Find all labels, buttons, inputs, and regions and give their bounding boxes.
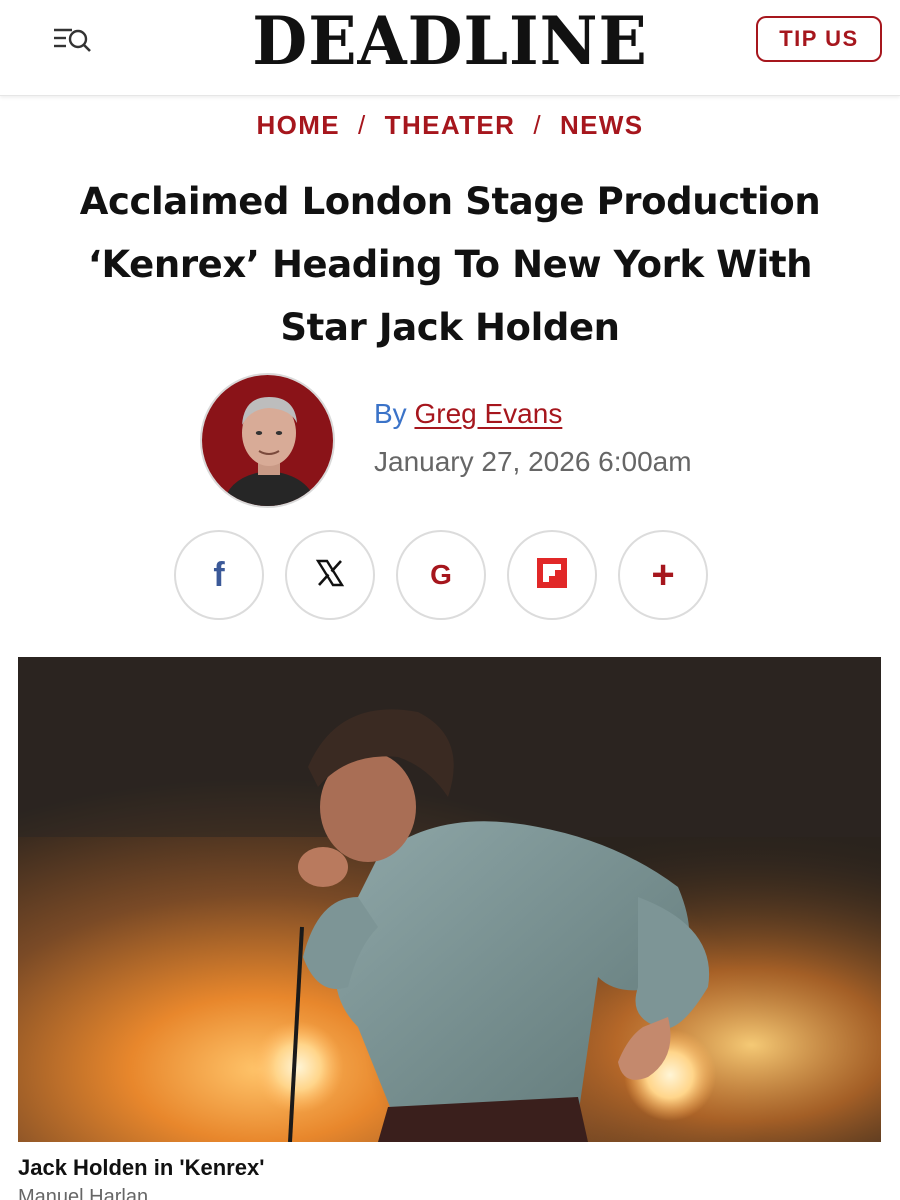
breadcrumb-news[interactable]: NEWS — [560, 110, 644, 140]
byline-prefix: By — [374, 398, 407, 429]
share-x-button[interactable] — [285, 530, 375, 620]
facebook-icon: f — [213, 555, 225, 594]
title-line: ‘Kenrex’ Heading To New York With — [87, 243, 813, 286]
article-title: Acclaimed London Stage Production ‘Kenre… — [30, 170, 870, 359]
byline: By Greg Evans — [374, 398, 562, 430]
image-caption: Jack Holden in 'Kenrex' — [18, 1155, 265, 1180]
breadcrumb-separator: / — [533, 110, 542, 140]
breadcrumb-theater[interactable]: THEATER — [385, 110, 516, 140]
x-icon — [315, 558, 345, 593]
publish-date: January 27, 2026 6:00am — [374, 446, 692, 477]
breadcrumb: HOME / THEATER / NEWS — [0, 110, 900, 141]
google-icon: G — [430, 559, 452, 590]
plus-icon: + — [651, 553, 675, 597]
share-more-button[interactable]: + — [618, 530, 708, 620]
author-link[interactable]: Greg Evans — [414, 398, 562, 429]
site-logo[interactable]: DEADLINE — [18, 2, 882, 80]
breadcrumb-home[interactable]: HOME — [256, 110, 340, 140]
share-facebook-button[interactable]: f — [174, 530, 264, 620]
site-header: DEADLINE TIP US — [0, 0, 900, 96]
share-flipboard-button[interactable] — [507, 530, 597, 620]
title-line: Acclaimed London Stage Production — [79, 180, 821, 223]
title-line: Star Jack Holden — [280, 306, 620, 349]
tip-us-button[interactable]: TIP US — [756, 16, 882, 62]
hero-image[interactable] — [18, 657, 881, 1142]
flipboard-icon — [537, 557, 567, 593]
image-credit: Manuel Harlan — [18, 1186, 149, 1200]
author-avatar[interactable] — [200, 373, 335, 508]
share-bar: f G + — [174, 530, 708, 620]
breadcrumb-separator: / — [358, 110, 367, 140]
share-google-button[interactable]: G — [396, 530, 486, 620]
